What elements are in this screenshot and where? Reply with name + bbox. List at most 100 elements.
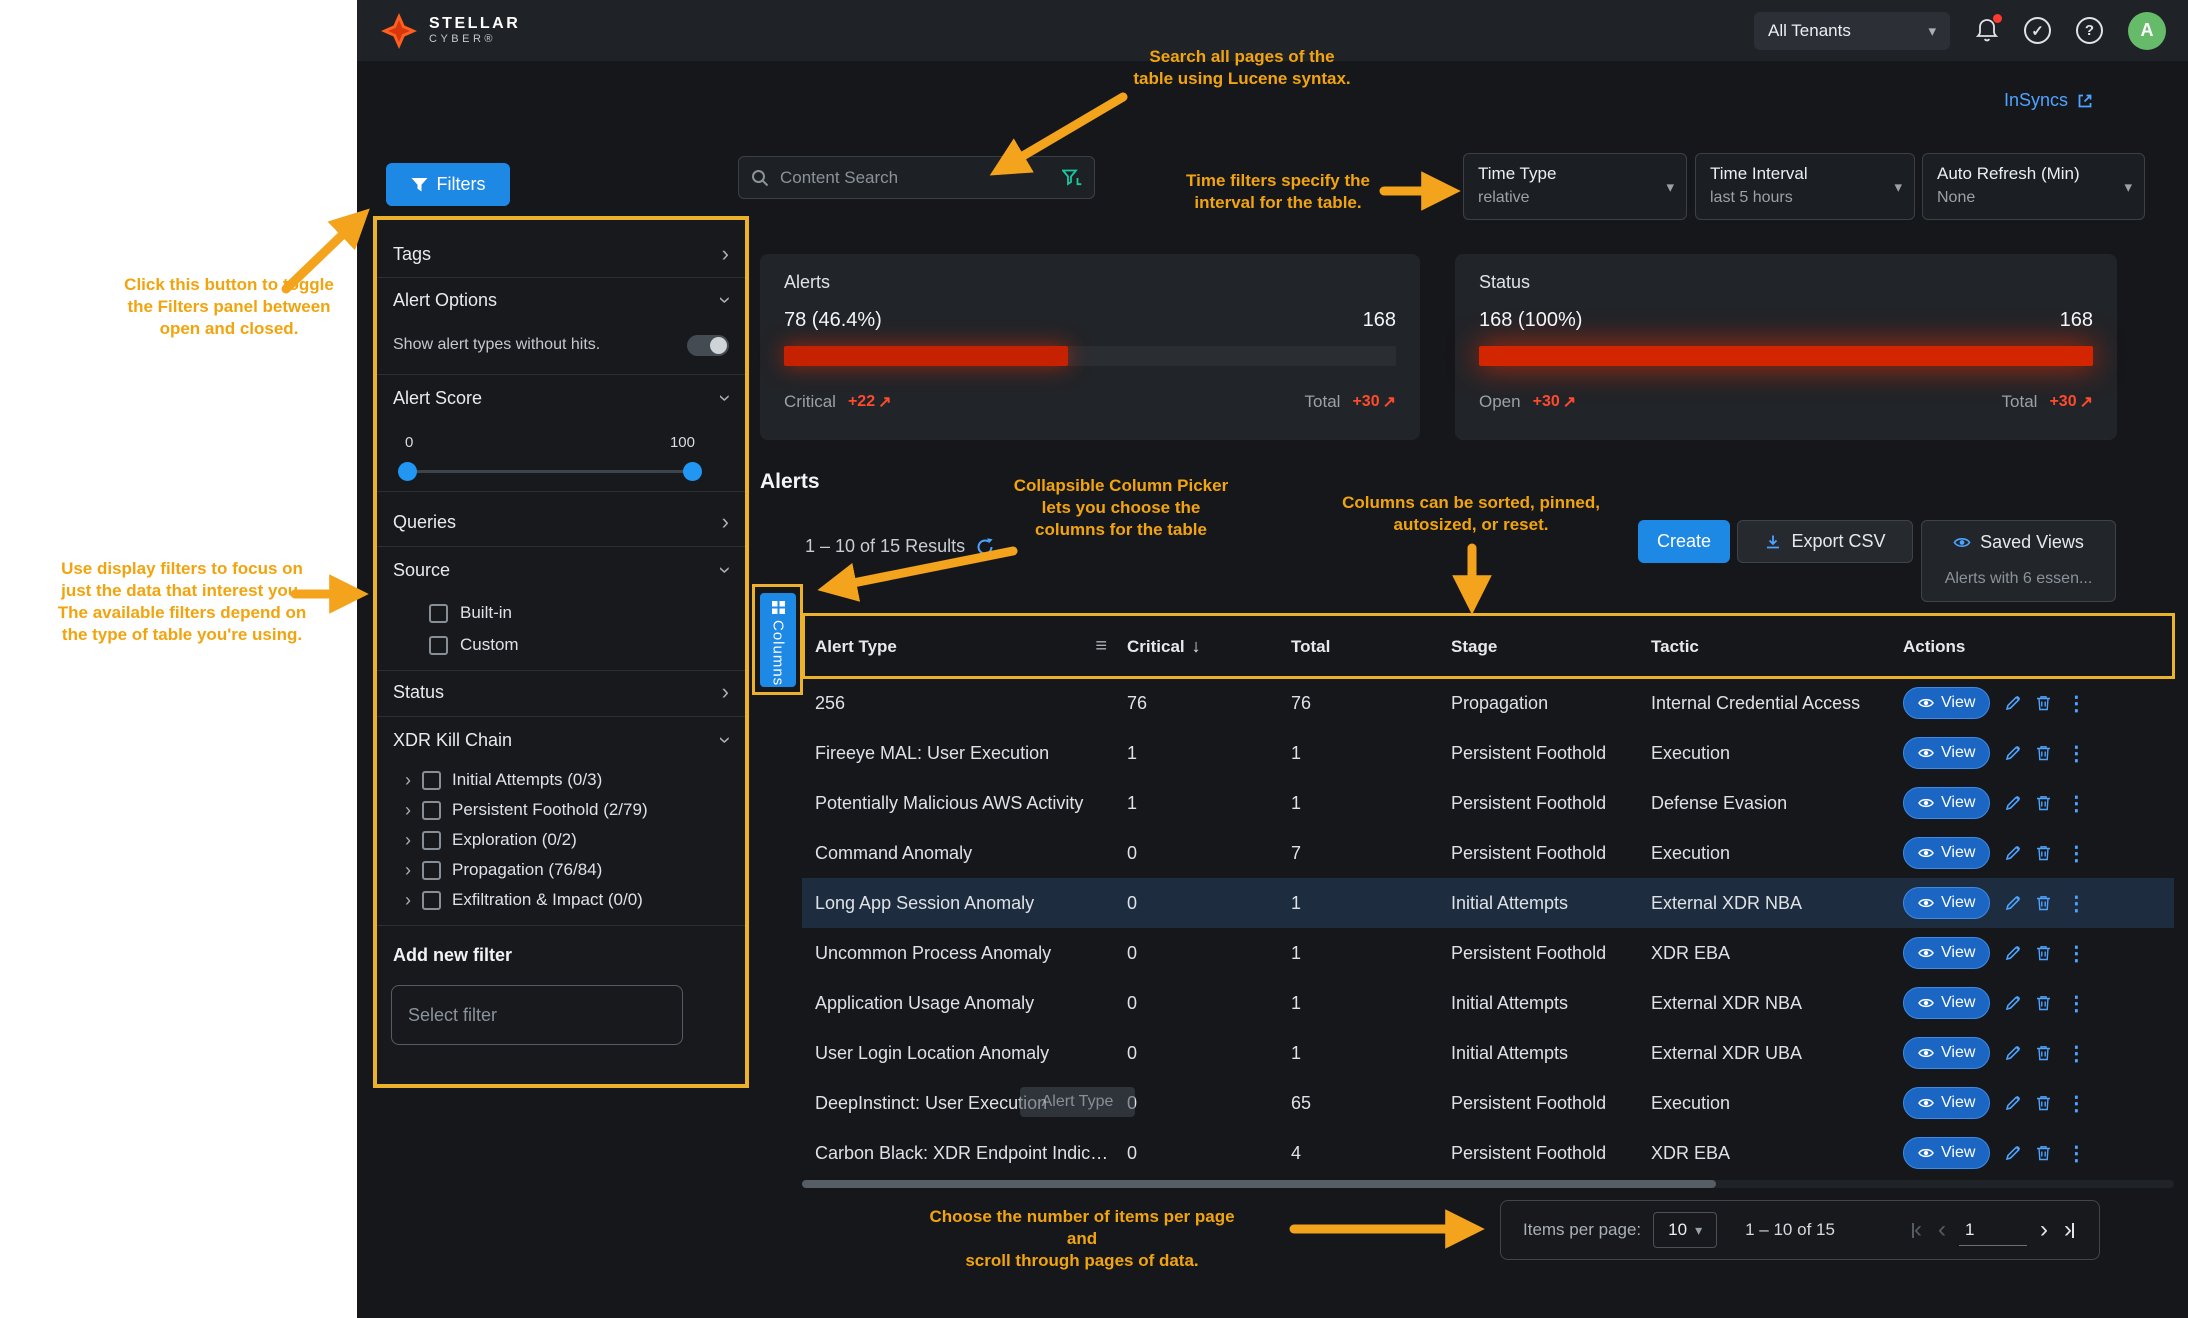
edit-icon[interactable] xyxy=(2005,895,2021,911)
chevron-right-icon[interactable]: › xyxy=(405,771,411,789)
delete-icon[interactable] xyxy=(2036,1145,2051,1161)
page-number-input[interactable] xyxy=(1959,1215,2027,1246)
scrollbar-thumb[interactable] xyxy=(802,1180,1716,1188)
checkbox[interactable] xyxy=(422,891,441,910)
edit-icon[interactable] xyxy=(2005,1145,2021,1161)
view-button[interactable]: View xyxy=(1903,1037,1990,1069)
more-actions-icon[interactable]: ⋮ xyxy=(2066,941,2086,966)
tenant-selector[interactable]: All Tenants ▾ xyxy=(1754,12,1950,50)
chevron-right-icon[interactable]: › xyxy=(405,861,411,879)
kill-chain-item[interactable]: › Exploration (0/2) xyxy=(377,825,745,855)
filter-section-source[interactable]: Source › xyxy=(393,550,729,590)
header-stage[interactable]: Stage xyxy=(1451,637,1497,656)
insyncs-link[interactable]: InSyncs xyxy=(2004,90,2094,111)
header-total[interactable]: Total xyxy=(1291,637,1330,656)
previous-page-button[interactable]: ‹ xyxy=(1935,1218,1949,1242)
slider-handle-max[interactable] xyxy=(683,462,702,481)
more-actions-icon[interactable]: ⋮ xyxy=(2066,791,2086,816)
table-row[interactable]: Fireeye MAL: User Execution 1 1 Persiste… xyxy=(802,728,2174,778)
edit-icon[interactable] xyxy=(2005,795,2021,811)
view-button[interactable]: View xyxy=(1903,737,1990,769)
chevron-right-icon[interactable]: › xyxy=(405,891,411,909)
filter-section-alert-score[interactable]: Alert Score › xyxy=(393,378,729,418)
view-button[interactable]: View xyxy=(1903,787,1990,819)
edit-icon[interactable] xyxy=(2005,995,2021,1011)
table-row[interactable]: Command Anomaly 0 7 Persistent Foothold … xyxy=(802,828,2174,878)
view-button[interactable]: View xyxy=(1903,837,1990,869)
filter-section-alert-options[interactable]: Alert Options › xyxy=(393,280,729,320)
view-button[interactable]: View xyxy=(1903,987,1990,1019)
refresh-icon[interactable] xyxy=(975,537,995,557)
header-alert-type[interactable]: Alert Type xyxy=(815,637,897,657)
lucene-syntax-icon[interactable] xyxy=(1062,169,1082,186)
select-filter-input[interactable] xyxy=(391,985,683,1045)
edit-icon[interactable] xyxy=(2005,845,2021,861)
delete-icon[interactable] xyxy=(2036,745,2051,761)
search-input[interactable] xyxy=(778,167,1053,189)
table-row[interactable]: DeepInstinct: User Execution 0 65 Persis… xyxy=(802,1078,2174,1128)
filter-section-kill-chain[interactable]: XDR Kill Chain › xyxy=(393,720,729,760)
edit-icon[interactable] xyxy=(2005,745,2021,761)
delete-icon[interactable] xyxy=(2036,1095,2051,1111)
chevron-right-icon[interactable]: › xyxy=(405,831,411,849)
more-actions-icon[interactable]: ⋮ xyxy=(2066,1091,2086,1116)
time-interval-dropdown[interactable]: Time Interval last 5 hours ▾ xyxy=(1695,153,1915,220)
delete-icon[interactable] xyxy=(2036,795,2051,811)
edit-icon[interactable] xyxy=(2005,1045,2021,1061)
delete-icon[interactable] xyxy=(2036,995,2051,1011)
delete-icon[interactable] xyxy=(2036,945,2051,961)
help-icon[interactable]: ? xyxy=(2076,17,2103,44)
more-actions-icon[interactable]: ⋮ xyxy=(2066,691,2086,716)
time-type-dropdown[interactable]: Time Type relative ▾ xyxy=(1463,153,1687,220)
more-actions-icon[interactable]: ⋮ xyxy=(2066,1141,2086,1166)
show-alert-types-toggle[interactable] xyxy=(687,335,729,356)
edit-icon[interactable] xyxy=(2005,1095,2021,1111)
checkbox[interactable] xyxy=(422,831,441,850)
filters-toggle-button[interactable]: Filters xyxy=(386,163,510,206)
kill-chain-item[interactable]: › Initial Attempts (0/3) xyxy=(377,765,745,795)
source-builtin-option[interactable]: Built-in xyxy=(429,598,512,628)
edit-icon[interactable] xyxy=(2005,945,2021,961)
column-menu-icon[interactable]: ≡ xyxy=(1095,635,1107,658)
saved-views-button[interactable]: Saved Views xyxy=(1922,521,2115,564)
next-page-button[interactable]: › xyxy=(2037,1218,2051,1242)
kill-chain-item[interactable]: › Exfiltration & Impact (0/0) xyxy=(377,885,745,915)
header-tactic[interactable]: Tactic xyxy=(1651,637,1699,656)
view-button[interactable]: View xyxy=(1903,937,1990,969)
delete-icon[interactable] xyxy=(2036,895,2051,911)
last-page-button[interactable]: › xyxy=(2061,1218,2077,1242)
edit-icon[interactable] xyxy=(2005,695,2021,711)
delete-icon[interactable] xyxy=(2036,695,2051,711)
filter-section-tags[interactable]: Tags › xyxy=(393,234,729,274)
table-row[interactable]: User Login Location Anomaly 0 1 Initial … xyxy=(802,1028,2174,1078)
more-actions-icon[interactable]: ⋮ xyxy=(2066,1041,2086,1066)
kill-chain-item[interactable]: › Persistent Foothold (2/79) xyxy=(377,795,745,825)
filter-section-status[interactable]: Status › xyxy=(393,672,729,712)
table-row[interactable]: Carbon Black: XDR Endpoint Indicator 0 4… xyxy=(802,1128,2174,1178)
items-per-page-select[interactable]: 10 ▾ xyxy=(1653,1212,1717,1248)
delete-icon[interactable] xyxy=(2036,1045,2051,1061)
header-critical[interactable]: Critical xyxy=(1127,637,1185,657)
sort-desc-icon[interactable]: ↓ xyxy=(1192,636,1201,657)
checkbox[interactable] xyxy=(422,771,441,790)
source-custom-option[interactable]: Custom xyxy=(429,630,519,660)
checkbox[interactable] xyxy=(429,636,448,655)
export-csv-button[interactable]: Export CSV xyxy=(1737,520,1913,563)
view-button[interactable]: View xyxy=(1903,687,1990,719)
view-button[interactable]: View xyxy=(1903,887,1990,919)
view-button[interactable]: View xyxy=(1903,1087,1990,1119)
more-actions-icon[interactable]: ⋮ xyxy=(2066,741,2086,766)
column-picker-button[interactable]: Columns xyxy=(760,593,796,687)
delete-icon[interactable] xyxy=(2036,845,2051,861)
auto-refresh-dropdown[interactable]: Auto Refresh (Min) None ▾ xyxy=(1922,153,2145,220)
avatar[interactable]: A xyxy=(2128,12,2166,50)
more-actions-icon[interactable]: ⋮ xyxy=(2066,891,2086,916)
check-circle-icon[interactable]: ✓ xyxy=(2024,17,2051,44)
create-button[interactable]: Create xyxy=(1638,520,1730,563)
table-row[interactable]: Application Usage Anomaly 0 1 Initial At… xyxy=(802,978,2174,1028)
table-row[interactable]: Long App Session Anomaly 0 1 Initial Att… xyxy=(802,878,2174,928)
table-row[interactable]: Uncommon Process Anomaly 0 1 Persistent … xyxy=(802,928,2174,978)
table-row[interactable]: Potentially Malicious AWS Activity 1 1 P… xyxy=(802,778,2174,828)
chevron-right-icon[interactable]: › xyxy=(405,801,411,819)
first-page-button[interactable]: ‹ xyxy=(1909,1218,1925,1242)
